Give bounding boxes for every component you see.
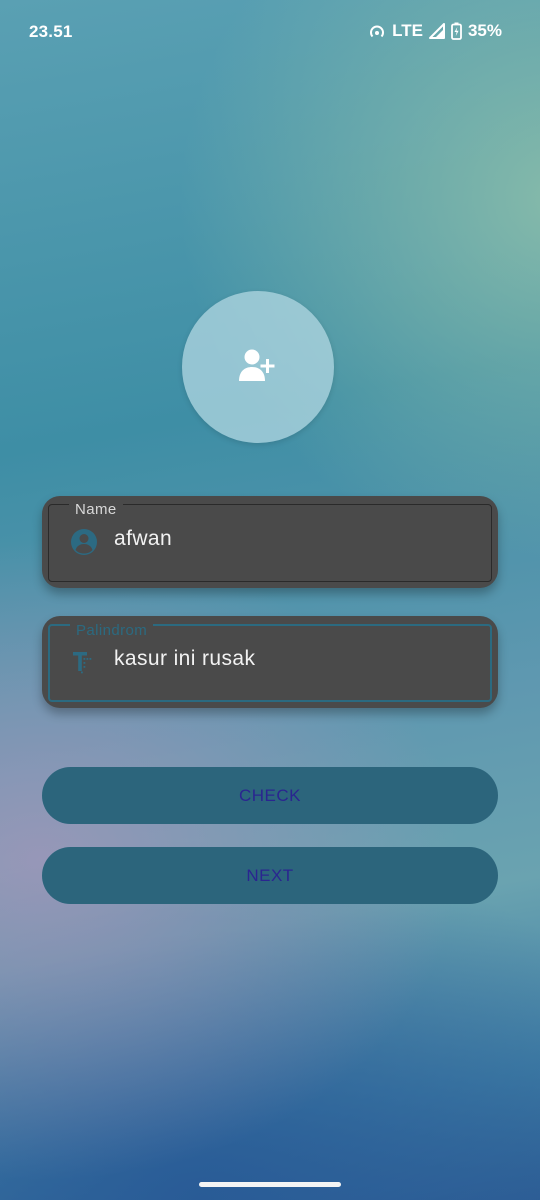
palindrome-input[interactable]: kasur ini rusak: [114, 647, 255, 671]
battery-level: 35%: [467, 21, 502, 40]
status-bar: 23.51 LTE 35%: [0, 0, 540, 64]
name-field-label: Name: [69, 502, 123, 517]
add-photo-avatar[interactable]: [182, 291, 334, 443]
palindrome-field-card: Palindrom kasur ini rusak: [42, 616, 498, 708]
name-field-card: Name afwan: [42, 496, 498, 588]
battery-charging-icon: [451, 22, 462, 40]
account-circle-icon: [70, 528, 98, 556]
palindrome-field-label: Palindrom: [70, 623, 154, 638]
signal-icon: [428, 23, 445, 39]
status-indicators: LTE 35%: [368, 21, 502, 41]
hotspot-icon: [368, 22, 386, 40]
home-indicator[interactable]: [199, 1182, 341, 1187]
check-button[interactable]: CHECK: [42, 767, 498, 824]
status-time: 23.51: [29, 22, 73, 41]
network-type: LTE: [392, 21, 423, 40]
text-fields-icon: [70, 648, 98, 676]
name-input[interactable]: afwan: [114, 527, 172, 551]
next-button[interactable]: NEXT: [42, 847, 498, 904]
add-user-icon: [239, 348, 277, 387]
